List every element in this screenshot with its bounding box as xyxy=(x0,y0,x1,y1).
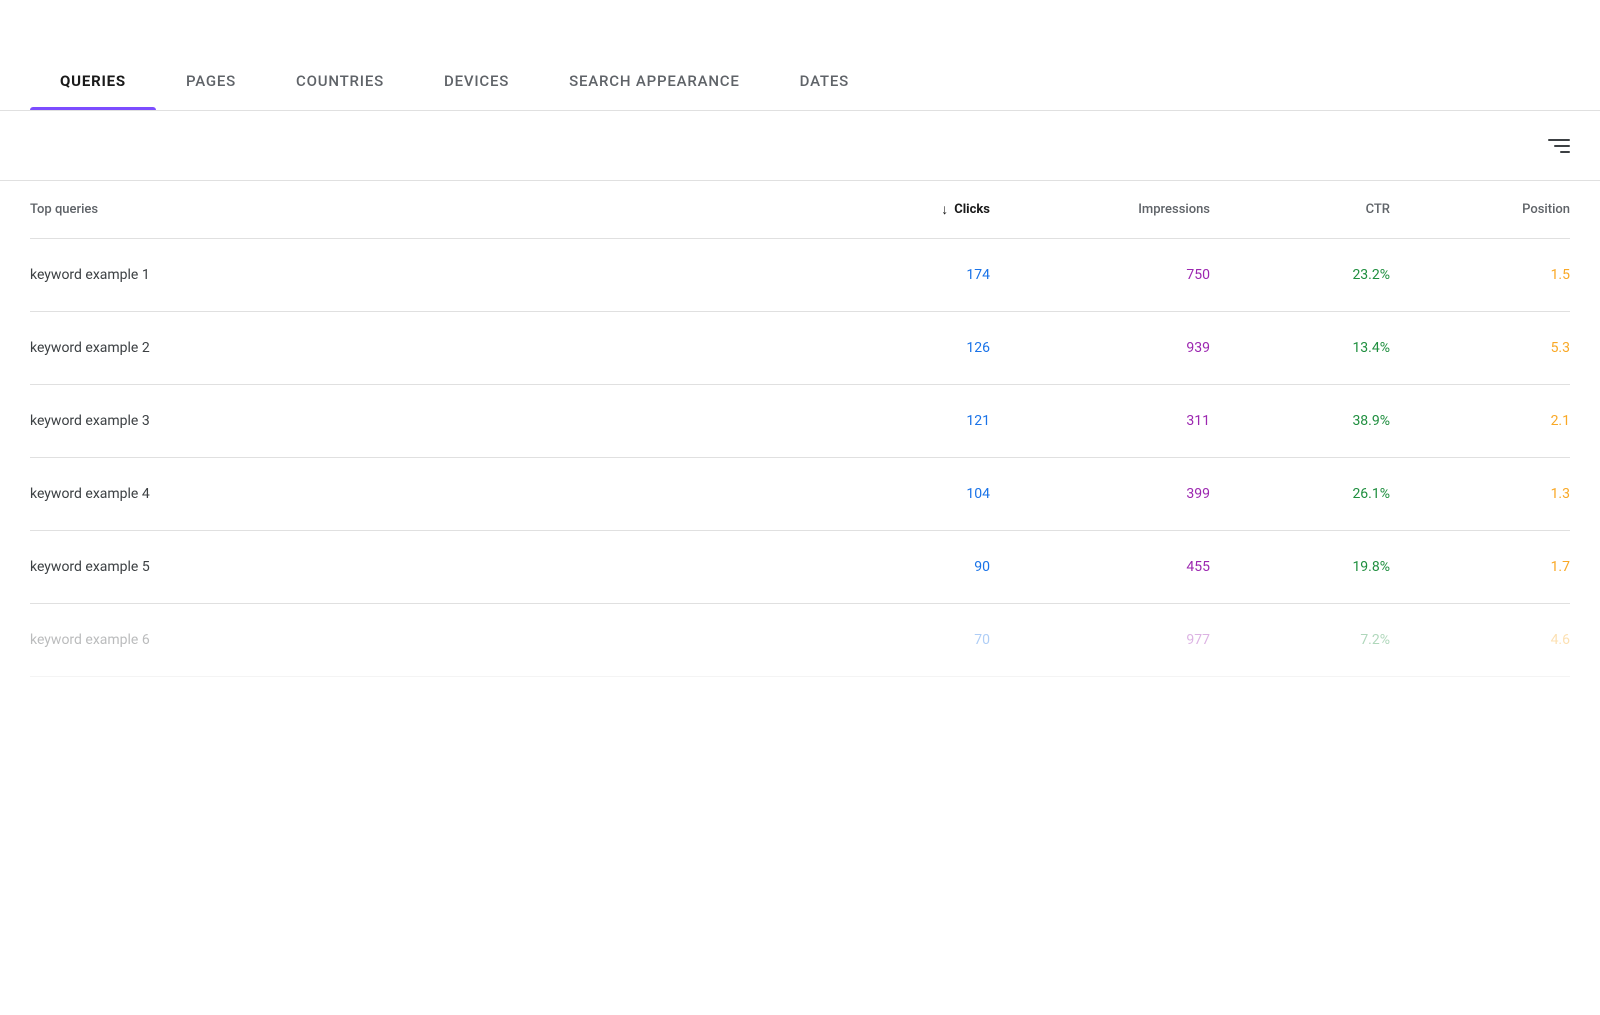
table-row[interactable]: keyword example 3 121 311 38.9% 2.1 xyxy=(30,385,1570,458)
table-row[interactable]: keyword example 4 104 399 26.1% 1.3 xyxy=(30,458,1570,531)
filter-button[interactable] xyxy=(1548,139,1570,153)
col-header-position[interactable]: Position xyxy=(1390,202,1570,217)
table-row[interactable]: keyword example 6 70 977 7.2% 4.6 xyxy=(30,604,1570,677)
filter-area xyxy=(0,111,1600,181)
table-row[interactable]: keyword example 1 174 750 23.2% 1.5 xyxy=(30,239,1570,312)
filter-icon xyxy=(1548,139,1570,141)
tabs-bar: QUERIES PAGES COUNTRIES DEVICES SEARCH A… xyxy=(0,0,1600,111)
position-cell: 1.3 xyxy=(1390,486,1570,502)
col-header-query: Top queries xyxy=(30,202,810,217)
filter-icon xyxy=(1554,145,1570,147)
impressions-cell: 977 xyxy=(990,632,1210,648)
tab-dates[interactable]: DATES xyxy=(770,52,879,110)
ctr-cell: 7.2% xyxy=(1210,632,1390,648)
clicks-cell: 174 xyxy=(810,267,990,283)
impressions-cell: 939 xyxy=(990,340,1210,356)
col-header-clicks[interactable]: ↓ Clicks xyxy=(810,201,990,218)
ctr-cell: 23.2% xyxy=(1210,267,1390,283)
col-header-impressions[interactable]: Impressions xyxy=(990,202,1210,217)
clicks-cell: 90 xyxy=(810,559,990,575)
impressions-cell: 399 xyxy=(990,486,1210,502)
tab-search-appearance[interactable]: SEARCH APPEARANCE xyxy=(539,52,770,110)
filter-icon xyxy=(1560,151,1570,153)
position-cell: 1.5 xyxy=(1390,267,1570,283)
table-row[interactable]: keyword example 2 126 939 13.4% 5.3 xyxy=(30,312,1570,385)
clicks-cell: 70 xyxy=(810,632,990,648)
ctr-cell: 38.9% xyxy=(1210,413,1390,429)
ctr-cell: 26.1% xyxy=(1210,486,1390,502)
tab-queries[interactable]: QUERIES xyxy=(30,52,156,110)
table-body: keyword example 1 174 750 23.2% 1.5 keyw… xyxy=(30,239,1570,677)
position-cell: 1.7 xyxy=(1390,559,1570,575)
clicks-cell: 104 xyxy=(810,486,990,502)
impressions-cell: 311 xyxy=(990,413,1210,429)
table-row[interactable]: keyword example 5 90 455 19.8% 1.7 xyxy=(30,531,1570,604)
impressions-cell: 750 xyxy=(990,267,1210,283)
impressions-cell: 455 xyxy=(990,559,1210,575)
clicks-cell: 121 xyxy=(810,413,990,429)
tab-pages[interactable]: PAGES xyxy=(156,52,266,110)
query-cell: keyword example 2 xyxy=(30,340,810,356)
query-cell: keyword example 5 xyxy=(30,559,810,575)
position-cell: 2.1 xyxy=(1390,413,1570,429)
tab-devices[interactable]: DEVICES xyxy=(414,52,539,110)
query-cell: keyword example 3 xyxy=(30,413,810,429)
tab-countries[interactable]: COUNTRIES xyxy=(266,52,414,110)
position-cell: 4.6 xyxy=(1390,632,1570,648)
clicks-cell: 126 xyxy=(810,340,990,356)
query-cell: keyword example 1 xyxy=(30,267,810,283)
ctr-cell: 13.4% xyxy=(1210,340,1390,356)
data-table: Top queries ↓ Clicks Impressions CTR Pos… xyxy=(0,181,1600,677)
query-cell: keyword example 4 xyxy=(30,486,810,502)
query-cell: keyword example 6 xyxy=(30,632,810,648)
sort-arrow-icon: ↓ xyxy=(941,201,948,218)
col-header-ctr[interactable]: CTR xyxy=(1210,202,1390,217)
ctr-cell: 19.8% xyxy=(1210,559,1390,575)
position-cell: 5.3 xyxy=(1390,340,1570,356)
table-header: Top queries ↓ Clicks Impressions CTR Pos… xyxy=(30,181,1570,239)
